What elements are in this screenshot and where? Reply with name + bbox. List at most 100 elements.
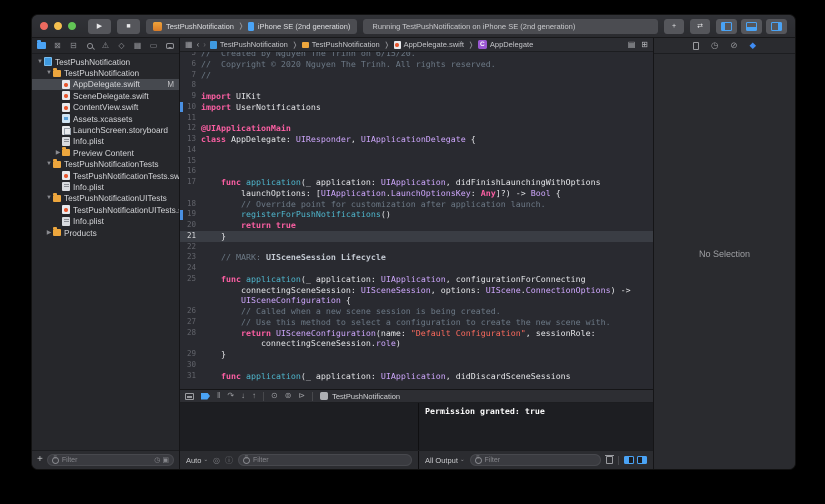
run-button[interactable]: ▶	[88, 19, 111, 34]
code-line[interactable]: 24	[180, 263, 653, 274]
disclosure-triangle-icon[interactable]: ▼	[45, 195, 53, 201]
code-line[interactable]: 6// Copyright © 2020 Nguyen The Trinh. A…	[180, 59, 653, 70]
code-line[interactable]: 31 func application(_ application: UIApp…	[180, 371, 653, 382]
file-tree-item[interactable]: Info.plist	[32, 215, 179, 226]
code-line[interactable]: 5// Created by Nguyen The Trinh on 6/15/…	[180, 52, 653, 59]
code-line[interactable]: 26 // Called when a new scene session is…	[180, 306, 653, 317]
find-navigator-icon[interactable]	[83, 39, 96, 52]
navigator-filter-field[interactable]: Filter ◷ ▣	[47, 454, 174, 466]
breadcrumb-item[interactable]: TestPushNotification	[210, 40, 288, 49]
file-tree-item[interactable]: ▼TestPushNotificationUITests	[32, 193, 179, 204]
code-line[interactable]: connectingSceneSession: UISceneSession, …	[180, 285, 653, 296]
code-line[interactable]: 22	[180, 242, 653, 253]
code-line[interactable]: connectingSceneSession.role)	[180, 338, 653, 349]
file-tree-item[interactable]: ▼TestPushNotificationTests	[32, 159, 179, 170]
file-inspector-icon[interactable]	[693, 42, 699, 50]
toggle-navigator-button[interactable]	[716, 19, 737, 34]
disclosure-triangle-icon[interactable]: ▼	[36, 59, 44, 65]
add-editor-icon[interactable]: ⊞	[641, 40, 648, 49]
close-window-button[interactable]	[40, 22, 48, 30]
history-inspector-icon[interactable]: ◷	[711, 41, 718, 50]
disclosure-triangle-icon[interactable]: ▶	[45, 229, 53, 236]
code-line[interactable]: 7//	[180, 70, 653, 81]
toggle-inspector-button[interactable]	[766, 19, 787, 34]
variables-scope-dropdown[interactable]: Auto⌄	[186, 456, 208, 465]
code-line[interactable]: 18 // Override point for customization a…	[180, 199, 653, 210]
code-line[interactable]: 9import UIKit	[180, 91, 653, 102]
debug-navigator-icon[interactable]: ▦	[131, 39, 144, 52]
breakpoint-navigator-icon[interactable]: ▭	[147, 39, 160, 52]
scheme-device-label[interactable]: iPhone SE (2nd generation)	[258, 22, 351, 31]
source-control-navigator-icon[interactable]: ⊠	[51, 39, 64, 52]
code-line[interactable]: 13class AppDelegate: UIResponder, UIAppl…	[180, 134, 653, 145]
code-line[interactable]: 15	[180, 156, 653, 167]
console-scope-dropdown[interactable]: All Output⌄	[425, 456, 465, 465]
code-line[interactable]: 16	[180, 166, 653, 177]
file-tree-item[interactable]: AppDelegate.swiftM	[32, 79, 179, 90]
file-tree-item[interactable]: ▼TestPushNotification	[32, 56, 179, 67]
code-line[interactable]: 23 // MARK: UISceneSession Lifecycle	[180, 252, 653, 263]
show-console-view-icon[interactable]	[637, 456, 647, 464]
code-line[interactable]: 28 return UISceneConfiguration(name: "De…	[180, 328, 653, 339]
code-line[interactable]: 25 func application(_ application: UIApp…	[180, 274, 653, 285]
code-line[interactable]: 17 func application(_ application: UIApp…	[180, 177, 653, 188]
test-navigator-icon[interactable]: ◇	[115, 39, 128, 52]
simulate-location-icon[interactable]: ⊳	[298, 392, 305, 400]
forward-icon[interactable]: ›	[203, 40, 206, 49]
symbol-navigator-icon[interactable]: ⊟	[67, 39, 80, 52]
source-editor[interactable]: 5// Created by Nguyen The Trinh on 6/15/…	[180, 52, 653, 389]
file-tree-item[interactable]: TestPushNotificationTests.swift	[32, 170, 179, 181]
file-tree-item[interactable]: LaunchScreen.storyboard	[32, 124, 179, 135]
stop-button[interactable]: ■	[117, 19, 140, 34]
selected-inspector-icon[interactable]: ◆	[750, 41, 757, 50]
code-line[interactable]: 19 registerForPushNotifications()	[180, 209, 653, 220]
scm-status-filter-icon[interactable]: ▣	[162, 456, 169, 464]
disclosure-triangle-icon[interactable]: ▼	[45, 70, 53, 76]
file-tree-item[interactable]: ▼TestPushNotification	[32, 67, 179, 78]
code-line[interactable]: 12@UIApplicationMain	[180, 123, 653, 134]
code-line[interactable]: 30	[180, 360, 653, 371]
step-into-icon[interactable]: ↓	[241, 392, 245, 400]
breadcrumb-item[interactable]: TestPushNotification	[302, 40, 380, 49]
code-line[interactable]: 14	[180, 145, 653, 156]
step-over-icon[interactable]: ↷	[227, 392, 234, 400]
file-tree-item[interactable]: Assets.xcassets	[32, 113, 179, 124]
file-tree-item[interactable]: ▶Products	[32, 227, 179, 238]
breadcrumb-item[interactable]: CAppDelegate	[478, 40, 533, 49]
show-only-interesting-icon[interactable]: ◎	[213, 456, 220, 465]
adjust-editor-options-icon[interactable]: ▤	[628, 40, 636, 49]
add-file-button[interactable]: +	[37, 455, 43, 465]
code-line[interactable]: 21 }	[180, 231, 653, 242]
scheme-project-label[interactable]: TestPushNotification	[166, 22, 234, 31]
back-icon[interactable]: ‹	[197, 40, 200, 49]
pause-icon[interactable]: ‖	[217, 392, 220, 400]
zoom-window-button[interactable]	[68, 22, 76, 30]
clear-console-icon[interactable]	[606, 456, 613, 464]
process-tab[interactable]: TestPushNotification	[320, 392, 400, 401]
breakpoints-toggle-icon[interactable]	[201, 393, 210, 400]
related-items-icon[interactable]: ▦	[185, 40, 193, 49]
minimize-window-button[interactable]	[54, 22, 62, 30]
report-navigator-icon[interactable]	[163, 39, 176, 52]
disclosure-triangle-icon[interactable]: ▼	[45, 161, 53, 167]
breadcrumb-item[interactable]: AppDelegate.swift	[394, 40, 464, 49]
file-tree-item[interactable]: Info.plist	[32, 181, 179, 192]
disclosure-triangle-icon[interactable]: ▶	[54, 149, 62, 156]
code-line[interactable]: 11	[180, 113, 653, 124]
file-tree-item[interactable]: SceneDelegate.swift	[32, 90, 179, 101]
memory-graph-icon[interactable]: ⊚	[285, 392, 292, 400]
recent-files-filter-icon[interactable]: ◷	[154, 456, 160, 464]
toggle-debug-area-button[interactable]	[741, 19, 762, 34]
variable-info-icon[interactable]: ⓘ	[225, 455, 233, 466]
quick-help-inspector-icon[interactable]: ⊘	[730, 41, 737, 50]
code-line[interactable]: 20 return true	[180, 220, 653, 231]
code-line[interactable]: 27 // Use this method to select a config…	[180, 317, 653, 328]
file-tree-item[interactable]: TestPushNotificationUITests.swift	[32, 204, 179, 215]
editor-swap-button[interactable]: ⇄	[690, 19, 710, 34]
code-line[interactable]: launchOptions: [UIApplication.LaunchOpti…	[180, 188, 653, 199]
code-line[interactable]: 8	[180, 80, 653, 91]
code-line[interactable]: 29 }	[180, 349, 653, 360]
file-tree-item[interactable]: ContentView.swift	[32, 102, 179, 113]
variables-filter-field[interactable]: Filter	[238, 454, 412, 466]
code-line[interactable]: UISceneConfiguration {	[180, 295, 653, 306]
